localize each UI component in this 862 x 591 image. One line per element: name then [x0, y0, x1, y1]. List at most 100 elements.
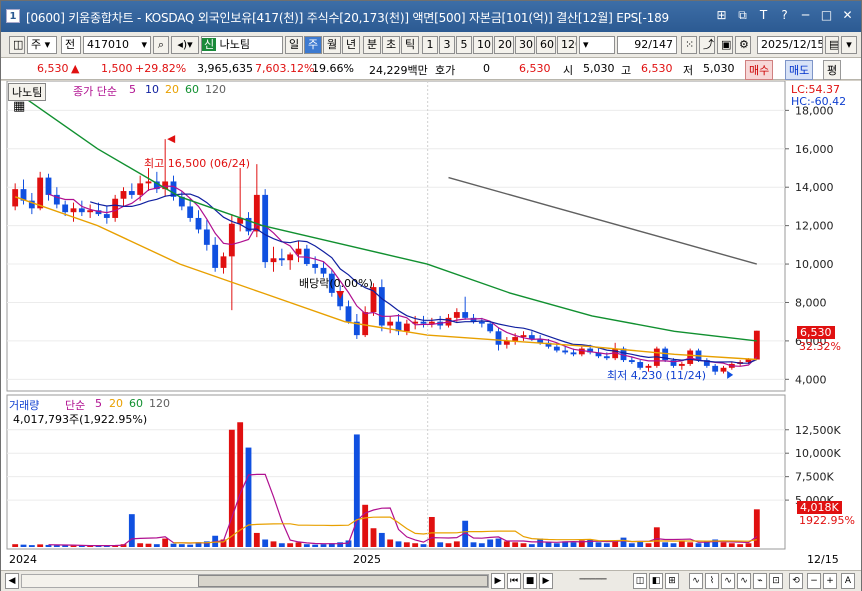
candle-body: [145, 181, 152, 184]
draw-tool-1[interactable]: ∿: [689, 573, 703, 589]
tab-second[interactable]: 초: [382, 36, 400, 54]
volume-bar: [262, 539, 269, 547]
interval-30[interactable]: 30: [515, 36, 535, 54]
trend-icon[interactable]: ⤴: [699, 36, 715, 54]
search-icon[interactable]: ⌕: [153, 36, 169, 54]
volume-bar: [537, 538, 544, 547]
tab-month[interactable]: 월: [323, 36, 341, 54]
tab-day[interactable]: 일: [285, 36, 303, 54]
close-button[interactable]: ✕: [840, 8, 855, 23]
view-icon-3[interactable]: ⊞: [665, 573, 679, 589]
volume-axis-label: 12,500K: [795, 424, 841, 437]
rewind-icon[interactable]: ⏮: [507, 573, 521, 589]
volume-bar: [270, 541, 277, 547]
hoga-value: 0: [483, 62, 490, 75]
scroll-left-icon[interactable]: ◀: [5, 573, 19, 589]
candle-body: [420, 321, 427, 324]
custom-interval-input[interactable]: ▾: [579, 36, 615, 54]
ma-120-label: 120: [205, 83, 226, 96]
volume-bar: [728, 543, 735, 547]
volume-bar: [170, 543, 177, 547]
price-axis-label: 10,000: [795, 258, 834, 271]
date-dropdown-icon[interactable]: ▾: [841, 36, 857, 54]
price-change: 1,500: [101, 62, 133, 75]
price-volume-chart[interactable]: 18,00016,00014,00012,00010,0008,0006,000…: [1, 81, 861, 571]
zoom-in-icon[interactable]: +: [823, 573, 837, 589]
interval-5[interactable]: 5: [456, 36, 472, 54]
sell-button[interactable]: 매도: [785, 60, 814, 80]
volume-bar: [512, 542, 519, 547]
volume-bar: [245, 447, 252, 547]
vol-ma-5-label: 5: [95, 397, 102, 410]
code-input[interactable]: 417010 ▾: [83, 36, 151, 54]
candle-body: [603, 356, 610, 359]
candle-body: [578, 348, 585, 355]
link-icon[interactable]: ⧉: [735, 8, 750, 23]
play-icon[interactable]: ▶: [539, 573, 553, 589]
market-select[interactable]: 전: [61, 36, 81, 54]
table-icon[interactable]: ▦: [13, 99, 25, 114]
candle-body: [453, 312, 460, 318]
volume-bar: [587, 539, 594, 547]
volume-bar: [153, 544, 160, 547]
candle-body: [62, 204, 69, 213]
draw-tool-2[interactable]: ⌇: [705, 573, 719, 589]
interval-1[interactable]: 1: [422, 36, 438, 54]
eval-button[interactable]: 평: [823, 60, 842, 80]
scrollbar-thumb[interactable]: [198, 575, 488, 587]
layout-icon[interactable]: ⊞: [714, 8, 729, 23]
volume-bar: [370, 528, 377, 547]
candle-body: [137, 183, 144, 195]
text-icon[interactable]: T: [756, 8, 771, 23]
draw-tool-6[interactable]: ⊡: [769, 573, 783, 589]
save-icon[interactable]: ▣: [717, 36, 733, 54]
candle-body: [345, 306, 352, 322]
view-icon-2[interactable]: ◧: [649, 573, 663, 589]
scrollbar-track[interactable]: [21, 574, 489, 588]
candle-body: [37, 177, 44, 209]
hoga-price: 6,530: [519, 62, 551, 75]
view-icon-1[interactable]: ◫: [633, 573, 647, 589]
zoom-out-icon[interactable]: −: [807, 573, 821, 589]
draw-tool-4[interactable]: ∿: [737, 573, 751, 589]
minimize-button[interactable]: ─: [798, 8, 813, 23]
last-price-pct: 32.32%: [799, 340, 841, 353]
volume-bar: [495, 538, 502, 547]
price-axis-label: 14,000: [795, 181, 834, 194]
reset-icon[interactable]: ⟲: [789, 573, 803, 589]
price-axis-label: 12,000: [795, 220, 834, 233]
stock-name-field[interactable]: 신 나노팀: [201, 36, 283, 54]
stop-icon[interactable]: ■: [523, 573, 537, 589]
calendar-icon[interactable]: ▤: [825, 36, 839, 54]
date-field[interactable]: 2025/12/15: [757, 36, 823, 54]
scroll-right-icon[interactable]: ▶: [491, 573, 505, 589]
candle-body: [528, 335, 535, 339]
tab-tick[interactable]: 틱: [401, 36, 419, 54]
interval-60[interactable]: 60: [536, 36, 556, 54]
maximize-button[interactable]: □: [819, 8, 834, 23]
help-icon[interactable]: ?: [777, 8, 792, 23]
zoom-slider[interactable]: ─────: [557, 573, 629, 589]
interval-3[interactable]: 3: [439, 36, 455, 54]
quote-bar: 6,530 ▲ 1,500 +29.82% 3,965,635 7,603.12…: [1, 58, 861, 80]
chart-menu-icon[interactable]: ◫: [9, 36, 25, 54]
volume-bar: [595, 542, 602, 547]
buy-button[interactable]: 매수: [745, 60, 774, 80]
count-field[interactable]: 92/147: [617, 36, 677, 54]
volume-bar: [303, 544, 310, 547]
draw-tool-3[interactable]: ∿: [721, 573, 735, 589]
period-select[interactable]: 주 ▾: [27, 36, 57, 54]
grid-icon[interactable]: ⁙: [681, 36, 697, 54]
font-size-icon[interactable]: A: [841, 573, 855, 589]
interval-120[interactable]: 120: [557, 36, 577, 54]
tab-year[interactable]: 년: [342, 36, 360, 54]
tab-week[interactable]: 주: [304, 36, 322, 54]
tab-minute[interactable]: 분: [363, 36, 381, 54]
draw-tool-5[interactable]: ⌁: [753, 573, 767, 589]
interval-20[interactable]: 20: [494, 36, 514, 54]
chart-area[interactable]: 18,000 16,000 14,000 12,000 10,000 8,000 6,000…: [1, 81, 861, 571]
interval-10[interactable]: 10: [473, 36, 493, 54]
sound-icon[interactable]: ◂)▾: [171, 36, 199, 54]
candle-body: [403, 323, 410, 332]
settings-icon[interactable]: ⚙: [735, 36, 751, 54]
